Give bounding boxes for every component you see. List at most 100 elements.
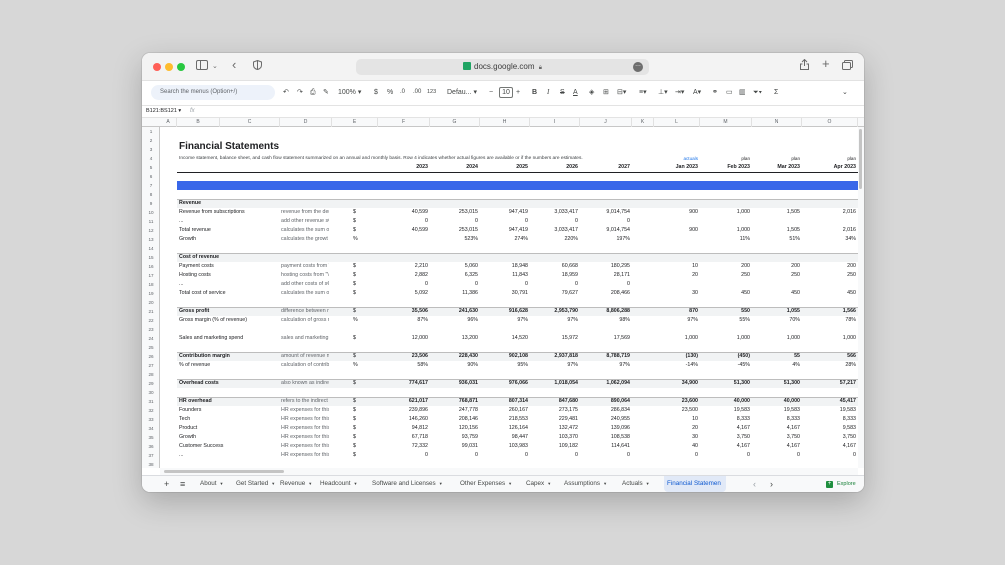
merge-cells-icon[interactable]: ⊟▾ [617,86,626,99]
row-label[interactable]: ... [179,451,279,460]
row-number[interactable]: 23 [142,325,160,334]
value-cell[interactable]: 774,617 [378,379,428,388]
value-cell[interactable]: 40 [654,442,698,451]
value-cell[interactable]: 220% [530,235,578,244]
value-cell[interactable]: 890,064 [580,397,630,406]
row-number[interactable]: 7 [142,181,160,190]
value-cell[interactable]: 109,182 [530,442,578,451]
value-cell[interactable]: 450 [752,289,800,298]
value-cell[interactable]: 55 [752,352,800,361]
collapse-toolbar-icon[interactable]: ⌄ [842,86,848,99]
value-cell[interactable]: 12,000 [378,334,428,343]
value-cell[interactable]: 240,955 [580,415,630,424]
row-unit[interactable]: % [353,361,363,370]
value-cell[interactable]: 1,000 [700,226,750,235]
row-label[interactable]: Growth [179,235,279,244]
value-cell[interactable]: 250 [752,271,800,280]
value-cell[interactable]: 78% [802,316,856,325]
row-description[interactable]: calculation of contrib [281,361,329,370]
print-icon[interactable]: ⎙ [310,86,316,99]
value-cell[interactable]: 18,948 [480,262,528,271]
value-cell[interactable]: 11% [700,235,750,244]
row-label[interactable]: Total revenue [179,226,279,235]
value-cell[interactable]: 10 [654,262,698,271]
value-cell[interactable]: 108,538 [580,433,630,442]
value-cell[interactable]: 19,583 [700,406,750,415]
tab-overview-icon[interactable] [842,59,853,75]
filter-icon[interactable]: ⏷▾ [753,86,762,99]
value-cell[interactable]: 247,778 [430,406,478,415]
sheet-tab-actuals[interactable]: Actuals ▼ [622,476,650,492]
row-number[interactable]: 10 [142,208,160,217]
increase-decimal-button[interactable]: .00 [413,86,421,99]
value-cell[interactable]: 621,017 [378,397,428,406]
row-label[interactable]: Gross margin (% of revenue) [179,316,279,325]
row-number[interactable]: 36 [142,442,160,451]
row-label[interactable]: Total cost of service [179,289,279,298]
text-wrap-icon[interactable]: ⇥▾ [675,86,684,99]
link-icon[interactable]: ⚭ [712,86,718,99]
value-cell[interactable]: 229,481 [530,415,578,424]
strikethrough-icon[interactable]: S [560,86,565,99]
value-cell[interactable]: 0 [530,280,578,289]
tab-menu-caret-icon[interactable]: ▼ [603,481,607,486]
value-cell[interactable]: 228,430 [430,352,478,361]
row-number[interactable]: 32 [142,406,160,415]
year-header[interactable]: Jan 2023 [654,163,698,172]
value-cell[interactable]: 4,167 [700,442,750,451]
value-cell[interactable]: 103,983 [480,442,528,451]
row-number[interactable]: 9 [142,199,160,208]
value-cell[interactable]: 260,167 [480,406,528,415]
value-cell[interactable]: 1,000 [752,334,800,343]
add-sheet-button[interactable]: + [164,476,169,492]
value-cell[interactable]: 30,791 [480,289,528,298]
row-description[interactable]: revenue from the der [281,208,329,217]
value-cell[interactable]: 0 [654,451,698,460]
sheet-subtitle[interactable]: Income statement, balance sheet, and cas… [179,154,583,163]
value-cell[interactable]: 70% [752,316,800,325]
value-cell[interactable]: 30 [654,289,698,298]
share-icon[interactable] [800,58,809,75]
row-unit[interactable]: $ [353,280,363,289]
horizontal-scrollbar[interactable] [160,468,858,475]
value-cell[interactable]: 95% [480,361,528,370]
tab-menu-caret-icon[interactable]: ▼ [308,481,312,486]
value-cell[interactable]: 870 [654,307,698,316]
value-cell[interactable]: 550 [700,307,750,316]
row-unit[interactable]: $ [353,397,363,406]
row-label[interactable]: Contribution margin [179,352,279,361]
value-cell[interactable]: 98% [580,316,630,325]
value-cell[interactable]: 97% [530,316,578,325]
value-cell[interactable]: 3,750 [752,433,800,442]
value-cell[interactable]: 250 [802,271,856,280]
column-header-j[interactable]: J [580,118,632,127]
value-cell[interactable]: 0 [378,280,428,289]
tab-menu-caret-icon[interactable]: ▼ [646,481,650,486]
value-cell[interactable]: 4,167 [752,424,800,433]
row-label[interactable]: Customer Success [179,442,279,451]
close-window-button[interactable] [153,63,161,71]
value-cell[interactable]: 72,332 [378,442,428,451]
row-description[interactable]: difference between r [281,307,329,316]
column-header-l[interactable]: L [654,118,700,127]
sheet-tab-about[interactable]: About ▼ [200,476,223,492]
value-cell[interactable]: 0 [378,451,428,460]
column-header-i[interactable]: I [530,118,580,127]
value-cell[interactable]: 40,599 [378,208,428,217]
sheet-tab-headcount[interactable]: Headcount ▼ [320,476,357,492]
menu-search-input[interactable]: Search the menus (Option+/) [151,85,275,100]
value-cell[interactable]: 99,031 [430,442,478,451]
value-cell[interactable]: 40,000 [700,397,750,406]
row-number[interactable]: 31 [142,397,160,406]
vertical-align-icon[interactable]: ⊥▾ [658,86,668,99]
value-cell[interactable]: 523% [430,235,478,244]
row-number[interactable]: 37 [142,451,160,460]
column-header-f[interactable]: F [378,118,430,127]
value-cell[interactable]: 900 [654,208,698,217]
row-label[interactable]: Growth [179,433,279,442]
borders-icon[interactable]: ⊞ [603,86,609,99]
row-label[interactable]: Cost of revenue [179,253,279,262]
row-label[interactable]: Payment costs [179,262,279,271]
row-unit[interactable]: % [353,235,363,244]
horizontal-scroll-thumb[interactable] [164,470,284,473]
